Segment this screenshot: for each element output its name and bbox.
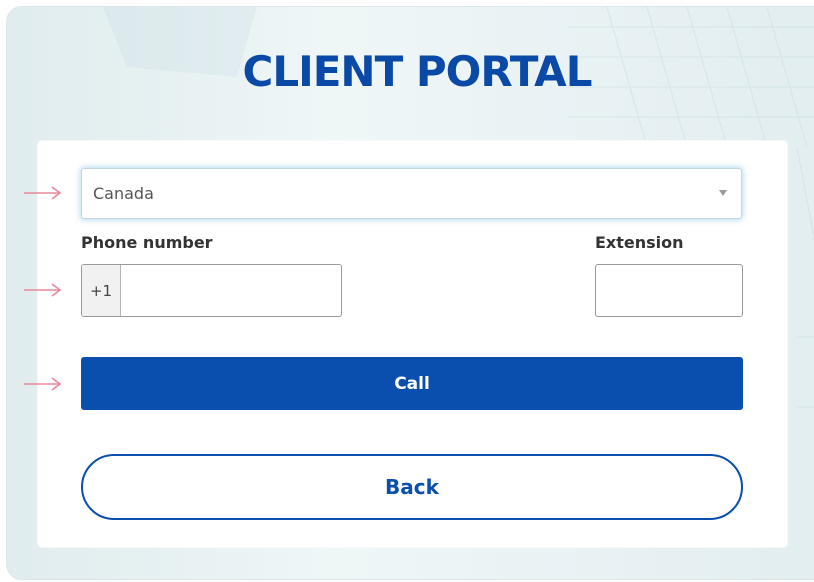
arrow-right-icon bbox=[24, 283, 62, 297]
extension-input[interactable] bbox=[595, 264, 743, 317]
phone-number-label: Phone number bbox=[81, 233, 213, 252]
phone-number-input[interactable] bbox=[121, 265, 341, 316]
country-select[interactable]: Canada bbox=[81, 168, 742, 219]
arrow-right-icon bbox=[24, 377, 62, 391]
country-select-value: Canada bbox=[93, 184, 154, 203]
phone-number-group: +1 bbox=[81, 264, 342, 317]
call-button[interactable]: Call bbox=[81, 357, 743, 410]
back-button[interactable]: Back bbox=[81, 454, 743, 520]
chevron-down-icon bbox=[719, 190, 727, 196]
arrow-right-icon bbox=[24, 186, 62, 200]
extension-label: Extension bbox=[595, 233, 684, 252]
page-title: CLIENT PORTAL bbox=[242, 47, 593, 96]
country-code-prefix: +1 bbox=[82, 265, 121, 316]
